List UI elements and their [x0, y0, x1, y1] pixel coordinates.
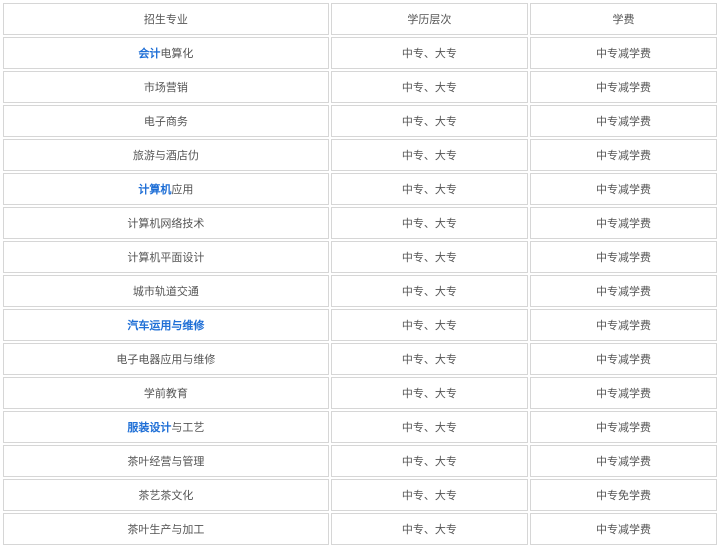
table-row: 会计电算化 中专、大专 中专减学费 [3, 37, 717, 69]
fee-cell: 中专减学费 [529, 377, 717, 409]
fee-cell: 中专减学费 [529, 241, 717, 273]
major-cell: 电子商务 [3, 105, 329, 137]
page: 招生专业 学历层次 学费 会计电算化 中专、大专 中专减学费 市场营销 中专、大… [0, 0, 720, 551]
major-text: 学前教育 [143, 387, 188, 400]
table-row: 学前教育 中专、大专 中专减学费 [3, 377, 717, 409]
fee-cell: 中专免学费 [529, 479, 717, 511]
fee-cell: 中专减学费 [529, 343, 717, 375]
level-cell: 中专、大专 [330, 37, 528, 69]
table-row: 计算机网络技术 中专、大专 中专减学费 [3, 207, 717, 239]
major-cell: 计算机平面设计 [3, 241, 329, 273]
fee-cell: 中专减学费 [529, 139, 717, 171]
level-cell: 中专、大专 [330, 445, 528, 477]
major-text: 电子电器应用与维修 [116, 353, 216, 366]
fee-cell: 中专减学费 [529, 207, 717, 239]
level-cell: 中专、大专 [330, 71, 528, 103]
table-row: 市场营销 中专、大专 中专减学费 [3, 71, 717, 103]
level-cell: 中专、大专 [330, 513, 528, 545]
level-cell: 中专、大专 [330, 173, 528, 205]
major-link[interactable]: 服装设计 [127, 421, 171, 434]
level-cell: 中专、大专 [330, 207, 528, 239]
header-level: 学历层次 [330, 3, 528, 35]
fee-cell: 中专减学费 [529, 71, 717, 103]
table-row: 电子商务 中专、大专 中专减学费 [3, 105, 717, 137]
major-cell: 会计电算化 [3, 37, 329, 69]
table-row: 茶艺茶文化 中专、大专 中专免学费 [3, 479, 717, 511]
major-cell: 计算机应用 [3, 173, 329, 205]
major-cell: 服装设计与工艺 [3, 411, 329, 443]
level-cell: 中专、大专 [330, 479, 528, 511]
major-text: 茶叶经营与管理 [127, 455, 205, 468]
major-cell: 市场营销 [3, 71, 329, 103]
level-cell: 中专、大专 [330, 275, 528, 307]
major-text: 电算化 [160, 47, 194, 60]
table-row: 汽车运用与维修 中专、大专 中专减学费 [3, 309, 717, 341]
major-text: 计算机平面设计 [127, 251, 205, 264]
fee-cell: 中专减学费 [529, 445, 717, 477]
level-cell: 中专、大专 [330, 241, 528, 273]
major-text: 应用 [171, 183, 194, 196]
table-row: 茶叶生产与加工 中专、大专 中专减学费 [3, 513, 717, 545]
header-major: 招生专业 [3, 3, 329, 35]
major-text: 市场营销 [143, 81, 188, 94]
fee-cell: 中专减学费 [529, 513, 717, 545]
major-cell: 汽车运用与维修 [3, 309, 329, 341]
table-row: 电子电器应用与维修 中专、大专 中专减学费 [3, 343, 717, 375]
major-cell: 电子电器应用与维修 [3, 343, 329, 375]
major-link[interactable]: 汽车运用与维修 [127, 319, 204, 332]
level-cell: 中专、大专 [330, 343, 528, 375]
fee-cell: 中专减学费 [529, 37, 717, 69]
header-fee: 学费 [529, 3, 717, 35]
major-text: 电子商务 [143, 115, 188, 128]
fee-cell: 中专减学费 [529, 173, 717, 205]
fee-cell: 中专减学费 [529, 309, 717, 341]
level-cell: 中专、大专 [330, 105, 528, 137]
major-cell: 旅游与酒店仂 [3, 139, 329, 171]
major-text: 与工艺 [171, 421, 205, 434]
major-text: 旅游与酒店仂 [132, 149, 199, 162]
level-cell: 中专、大专 [330, 411, 528, 443]
admissions-table: 招生专业 学历层次 学费 会计电算化 中专、大专 中专减学费 市场营销 中专、大… [1, 1, 719, 547]
major-text: 茶叶生产与加工 [127, 523, 205, 536]
level-cell: 中专、大专 [330, 309, 528, 341]
fee-cell: 中专减学费 [529, 275, 717, 307]
table-row: 计算机应用 中专、大专 中专减学费 [3, 173, 717, 205]
major-link[interactable]: 计算机 [138, 183, 171, 196]
level-cell: 中专、大专 [330, 139, 528, 171]
major-cell: 茶艺茶文化 [3, 479, 329, 511]
major-text: 城市轨道交通 [132, 285, 199, 298]
major-text: 茶艺茶文化 [138, 489, 194, 502]
major-cell: 计算机网络技术 [3, 207, 329, 239]
major-link[interactable]: 会计 [138, 47, 160, 60]
fee-cell: 中专减学费 [529, 105, 717, 137]
major-text: 计算机网络技术 [127, 217, 205, 230]
major-cell: 城市轨道交通 [3, 275, 329, 307]
major-cell: 学前教育 [3, 377, 329, 409]
table-row: 计算机平面设计 中专、大专 中专减学费 [3, 241, 717, 273]
table-header-row: 招生专业 学历层次 学费 [3, 3, 717, 35]
fee-cell: 中专减学费 [529, 411, 717, 443]
table-row: 茶叶经营与管理 中专、大专 中专减学费 [3, 445, 717, 477]
table-row: 旅游与酒店仂 中专、大专 中专减学费 [3, 139, 717, 171]
major-cell: 茶叶生产与加工 [3, 513, 329, 545]
level-cell: 中专、大专 [330, 377, 528, 409]
major-cell: 茶叶经营与管理 [3, 445, 329, 477]
table-row: 服装设计与工艺 中专、大专 中专减学费 [3, 411, 717, 443]
table-row: 城市轨道交通 中专、大专 中专减学费 [3, 275, 717, 307]
